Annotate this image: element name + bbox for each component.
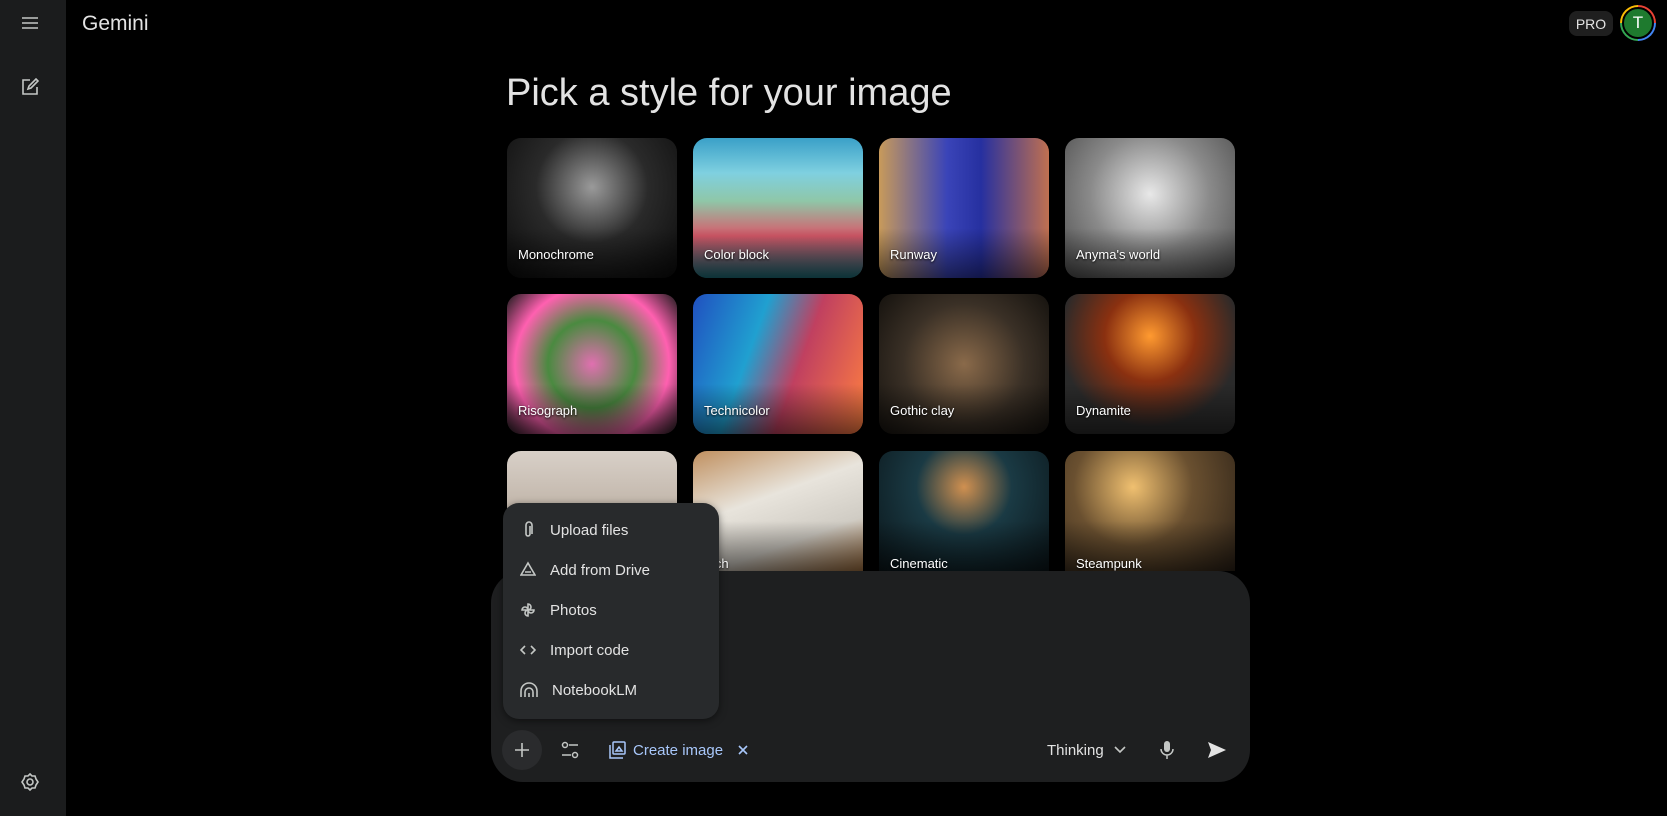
style-card-label: Dynamite	[1076, 403, 1131, 418]
menu-item-photos[interactable]: Photos	[503, 590, 719, 630]
app-title[interactable]: Gemini	[82, 12, 149, 36]
menu-item-label: Upload files	[550, 521, 629, 539]
style-card[interactable]: Monochrome	[507, 138, 677, 278]
menu-item-import-code[interactable]: Import code	[503, 630, 719, 670]
tools-button[interactable]	[558, 738, 582, 762]
menu-item-notebooklm[interactable]: NotebookLM	[503, 670, 719, 710]
drive-icon	[520, 561, 536, 576]
microphone-icon	[1160, 741, 1174, 759]
style-card[interactable]: Dynamite	[1065, 294, 1235, 434]
menu-item-label: NotebookLM	[552, 681, 638, 699]
style-card-label: Color block	[704, 247, 770, 262]
create-image-chip[interactable]: Create image	[608, 738, 750, 762]
style-card[interactable]: Steampunk	[1065, 451, 1235, 571]
close-icon[interactable]	[736, 743, 750, 757]
send-button[interactable]	[1204, 737, 1230, 763]
photos-icon	[521, 603, 535, 617]
style-card[interactable]: Gothic clay	[879, 294, 1049, 434]
style-card[interactable]: Technicolor	[693, 294, 863, 434]
style-card[interactable]: Risograph	[507, 294, 677, 434]
paperclip-icon	[525, 521, 533, 537]
menu-item-upload-files[interactable]: Upload files	[503, 510, 719, 550]
model-label: Thinking	[1047, 741, 1104, 759]
style-card[interactable]: Cinematic	[879, 451, 1049, 571]
settings-icon[interactable]	[18, 770, 42, 794]
attach-menu: Upload files Add from Drive Photos Impor…	[503, 503, 719, 719]
microphone-button[interactable]	[1155, 738, 1179, 762]
avatar[interactable]: T	[1620, 5, 1656, 41]
pro-badge: PRO	[1569, 11, 1613, 36]
style-card-label: Gothic clay	[890, 403, 955, 418]
chevron-down-icon	[1114, 746, 1126, 754]
style-card-label: Runway	[890, 247, 937, 262]
sidebar	[0, 0, 66, 816]
menu-item-label: Import code	[550, 641, 630, 659]
style-card-label: Technicolor	[704, 403, 770, 418]
style-card-label: Cinematic	[890, 556, 948, 571]
image-icon	[609, 741, 626, 759]
menu-item-add-from-drive[interactable]: Add from Drive	[503, 550, 719, 590]
code-icon	[520, 645, 536, 655]
plus-icon	[515, 743, 529, 757]
menu-item-label: Add from Drive	[550, 561, 651, 579]
style-card[interactable]: Color block	[693, 138, 863, 278]
page-title: Pick a style for your image	[506, 72, 952, 114]
style-card-label: Steampunk	[1076, 556, 1142, 571]
menu-item-label: Photos	[550, 601, 597, 619]
style-card-label: Risograph	[518, 403, 578, 418]
tune-icon	[561, 741, 579, 759]
add-button[interactable]	[502, 730, 542, 770]
new-chat-icon[interactable]	[18, 75, 42, 99]
style-card-label: Monochrome	[518, 247, 594, 262]
send-icon	[1208, 742, 1226, 758]
style-card[interactable]: Anyma's world	[1065, 138, 1235, 278]
style-card-label: Anyma's world	[1076, 247, 1161, 262]
notebooklm-icon	[520, 682, 538, 697]
create-image-label: Create image	[633, 741, 724, 759]
style-card[interactable]: Runway	[879, 138, 1049, 278]
model-selector[interactable]: Thinking	[1047, 738, 1126, 762]
menu-icon[interactable]	[18, 11, 42, 35]
avatar-initial: T	[1622, 7, 1654, 39]
